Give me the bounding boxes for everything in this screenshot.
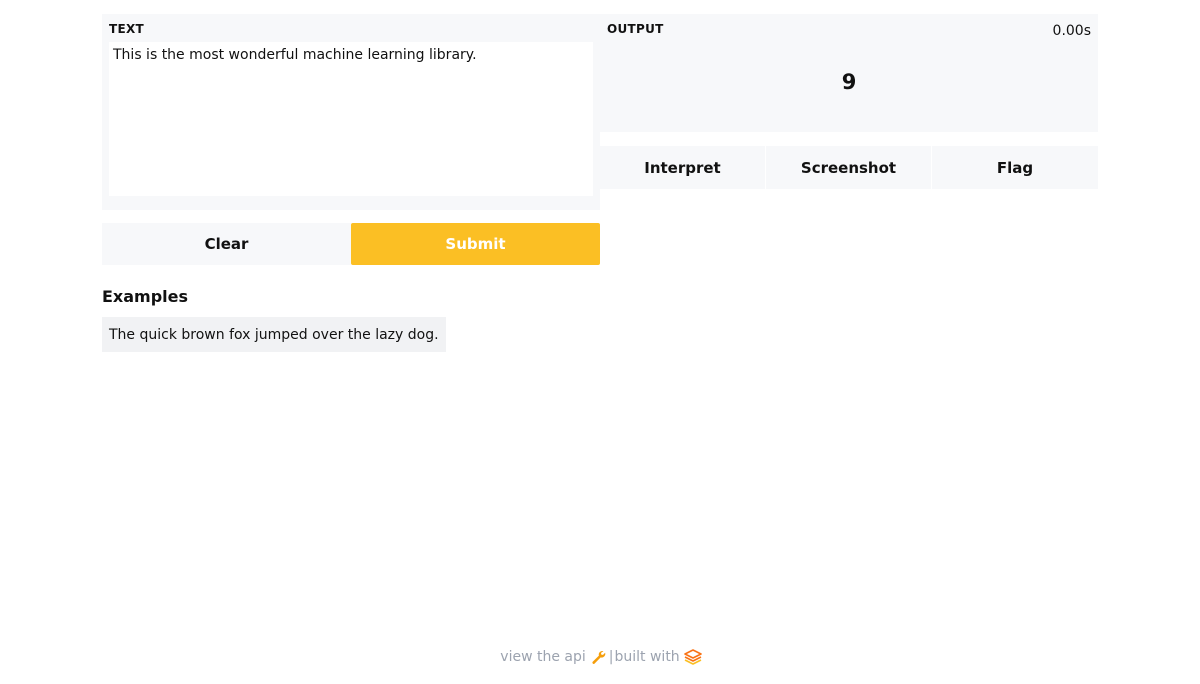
output-time: 0.00s [1052, 23, 1091, 39]
output-label: OUTPUT [607, 22, 664, 36]
example-item[interactable]: The quick brown fox jumped over the lazy… [102, 317, 446, 352]
clear-button[interactable]: Clear [102, 223, 351, 265]
footer-separator: | [608, 649, 614, 665]
app-page: TEXT This is the most wonderful machine … [0, 0, 1200, 684]
text-input-label: TEXT [109, 22, 145, 36]
output-value: 9 [841, 70, 857, 94]
view-api-label: view the api [500, 649, 586, 665]
view-api-link[interactable]: view the api [500, 649, 606, 665]
submit-button[interactable]: Submit [351, 223, 600, 265]
flag-button[interactable]: Flag [932, 146, 1098, 189]
built-with-label: built with [614, 649, 680, 665]
text-input-panel: TEXT This is the most wonderful machine … [102, 14, 600, 210]
interpret-button[interactable]: Interpret [600, 146, 765, 189]
wrench-icon [590, 649, 606, 665]
examples-heading: Examples [102, 287, 189, 306]
gradio-logo-icon [683, 649, 702, 665]
text-input-field[interactable]: This is the most wonderful machine learn… [109, 42, 593, 196]
screenshot-button[interactable]: Screenshot [766, 146, 931, 189]
footer: view the api | built with [0, 649, 1200, 665]
output-panel: OUTPUT 0.00s 9 [600, 14, 1098, 132]
built-with-link[interactable]: built with [614, 649, 702, 665]
